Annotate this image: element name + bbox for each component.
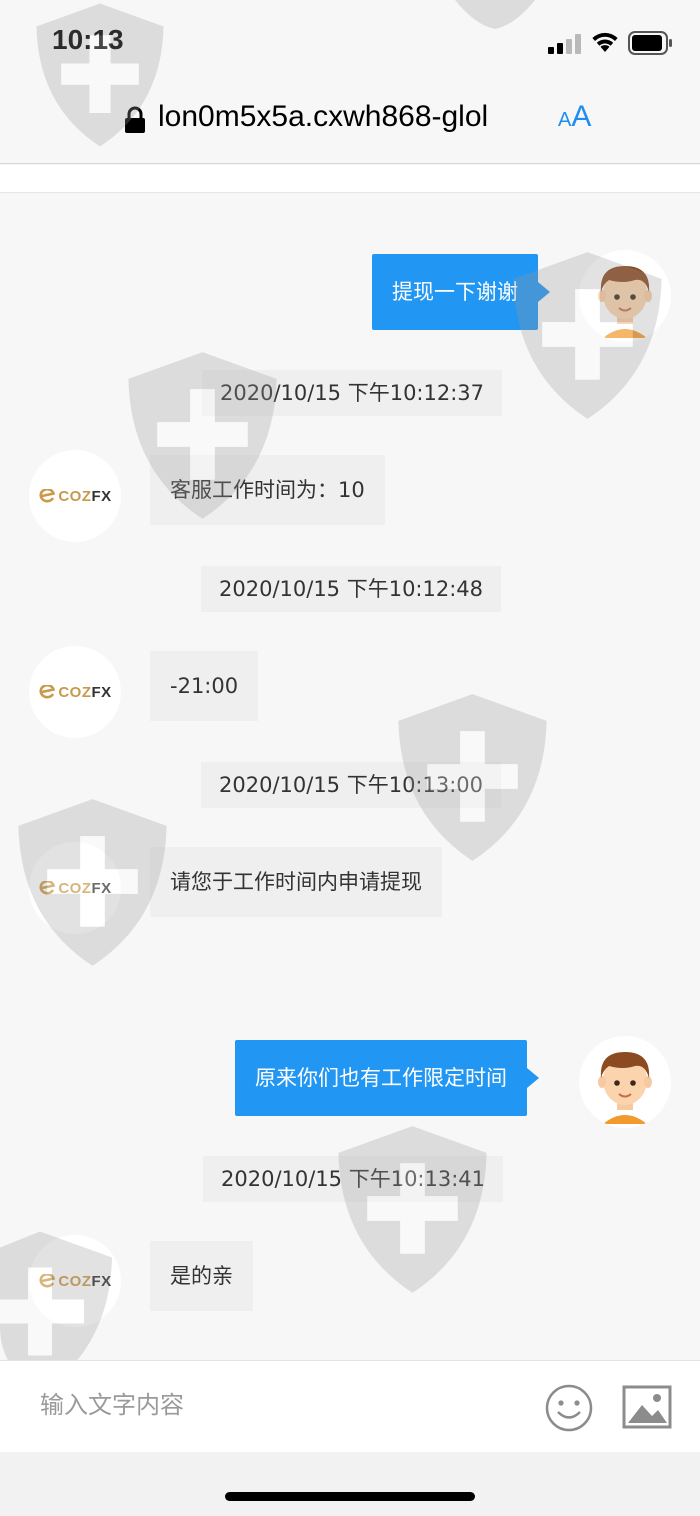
message-input[interactable] <box>40 1385 500 1425</box>
brand-e-icon <box>39 685 56 699</box>
agent-avatar[interactable]: COZ FX <box>29 1235 121 1327</box>
incoming-message[interactable]: 客服工作时间为：10 <box>150 455 385 525</box>
brand-name-right: FX <box>91 1272 112 1290</box>
brand-name-left: COZ <box>58 879 92 897</box>
home-area <box>0 1452 700 1516</box>
incoming-message[interactable]: 是的亲 <box>150 1241 253 1311</box>
incoming-message[interactable]: 请您于工作时间内申请提现 <box>150 847 442 917</box>
brand-name-right: FX <box>91 683 112 701</box>
brand-e-icon <box>39 489 56 503</box>
home-indicator[interactable] <box>225 1492 475 1501</box>
cozfx-logo: COZ FX <box>38 1273 111 1290</box>
url-text[interactable]: lon0m5x5a.cxwh868-glol <box>158 100 540 134</box>
status-time: 10:13 <box>52 24 124 55</box>
message-composer <box>0 1360 700 1452</box>
message-timestamp: 2020/10/15 下午10:12:48 <box>201 566 502 612</box>
text-size-large-label: A <box>571 100 592 133</box>
message-timestamp: 2020/10/15 下午10:13:41 <box>203 1156 504 1202</box>
brand-e-icon <box>39 881 56 895</box>
brand-name-left: COZ <box>58 683 92 701</box>
brand-e-icon <box>39 1274 56 1288</box>
user-avatar[interactable] <box>579 250 671 342</box>
agent-avatar[interactable]: COZ FX <box>29 842 121 934</box>
user-avatar[interactable] <box>579 1036 671 1128</box>
chat-header-strip <box>0 165 700 193</box>
browser-url-bar[interactable]: lon0m5x5a.cxwh868-glol AA <box>0 90 700 164</box>
picture-icon[interactable] <box>622 1385 672 1429</box>
wifi-icon <box>592 32 618 52</box>
cozfx-logo: COZ FX <box>38 880 111 897</box>
message-timestamp: 2020/10/15 下午10:12:37 <box>202 370 503 416</box>
boy-avatar-icon <box>598 1052 652 1124</box>
text-size-small-label: A <box>558 109 572 131</box>
boy-avatar-icon <box>598 266 652 338</box>
chat-area[interactable]: 提现一下谢谢 2020/10/15 下午10:12:37 COZ FX 客服工作时… <box>0 165 700 1360</box>
status-bar: 10:13 <box>0 0 700 90</box>
brand-name-right: FX <box>91 879 112 897</box>
text-size-button[interactable]: AA <box>558 100 591 134</box>
message-timestamp: 2020/10/15 下午10:13:00 <box>201 762 502 808</box>
incoming-message[interactable]: -21:00 <box>150 651 259 721</box>
cozfx-logo: COZ FX <box>38 488 111 505</box>
outgoing-message[interactable]: 提现一下谢谢 <box>372 254 550 330</box>
battery-icon <box>628 31 672 55</box>
cellular-signal-icon <box>548 32 582 54</box>
agent-avatar[interactable]: COZ FX <box>29 646 121 738</box>
brand-name-left: COZ <box>58 487 92 505</box>
brand-name-right: FX <box>91 487 112 505</box>
brand-name-left: COZ <box>58 1272 92 1290</box>
smiley-face-icon[interactable] <box>544 1383 594 1433</box>
cozfx-logo: COZ FX <box>38 684 111 701</box>
outgoing-message[interactable]: 原来你们也有工作限定时间 <box>235 1040 539 1116</box>
lock-icon <box>125 106 145 133</box>
agent-avatar[interactable]: COZ FX <box>29 450 121 542</box>
